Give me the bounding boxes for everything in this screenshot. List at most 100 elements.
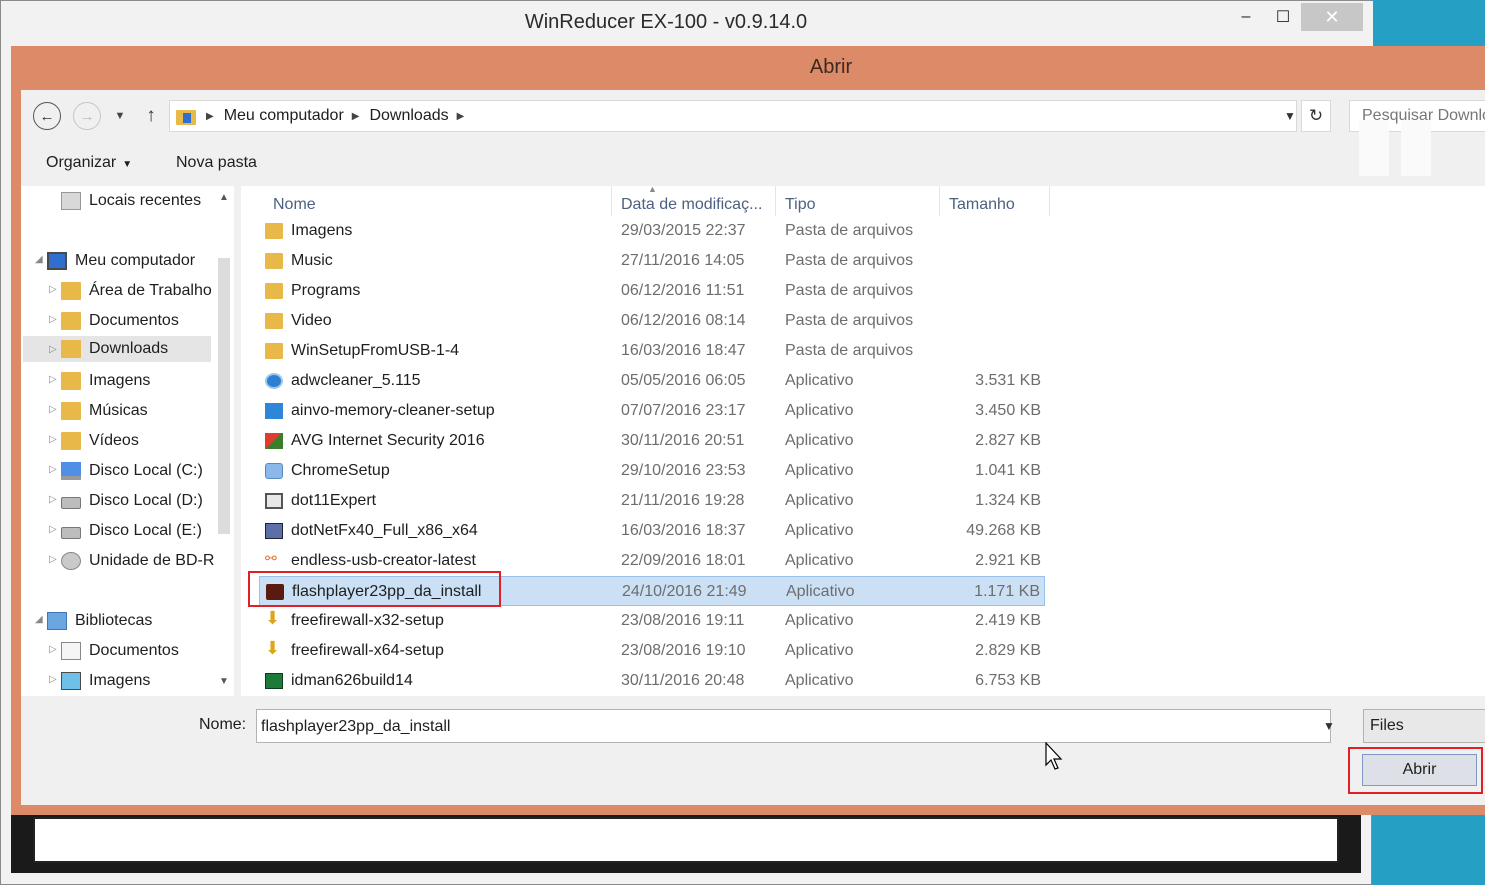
- nav-pane-scroll-thumb[interactable]: [218, 258, 230, 534]
- scroll-down-icon[interactable]: ▼: [219, 676, 229, 687]
- new-folder-button[interactable]: Nova pasta: [176, 154, 257, 172]
- dotnet-installer-icon: [265, 523, 283, 539]
- file-row[interactable]: AVG Internet Security 2016 30/11/2016 20:…: [259, 426, 1045, 456]
- desktop-folder-icon: [61, 282, 81, 300]
- address-dropdown-button[interactable]: ▼: [1279, 100, 1301, 132]
- file-size: 2.829 KB: [975, 642, 1041, 659]
- expand-arrow-icon[interactable]: ▷: [49, 494, 57, 505]
- file-date: 23/08/2016 19:11: [621, 612, 745, 629]
- file-list[interactable]: ▲ Nome Data de modificaç... Tipo Tamanho…: [241, 184, 1485, 696]
- file-name: Imagens: [291, 222, 353, 239]
- recent-locations-button[interactable]: ▼: [109, 104, 131, 128]
- file-row[interactable]: Imagens 29/03/2015 22:37 Pasta de arquivos: [259, 216, 1045, 246]
- expand-arrow-icon[interactable]: ▷: [49, 314, 57, 325]
- expand-arrow-icon[interactable]: ▷: [49, 404, 57, 415]
- expand-arrow-icon[interactable]: ▷: [49, 284, 57, 295]
- nav-item-locais-recentes[interactable]: Locais recentes: [61, 188, 211, 214]
- nav-item-lib-imagens[interactable]: Imagens: [61, 668, 217, 694]
- breadcrumb-separator-icon[interactable]: ▶: [457, 111, 465, 122]
- file-name: Video: [291, 312, 332, 329]
- breadcrumb-downloads[interactable]: Downloads: [369, 107, 448, 125]
- file-row[interactable]: dotNetFx40_Full_x86_x64 16/03/2016 18:37 A…: [259, 516, 1045, 546]
- file-row[interactable]: idman626build14 30/11/2016 20:48 Aplicativ…: [259, 666, 1045, 696]
- file-row[interactable]: adwcleaner_5.115 05/05/2016 06:05 Aplicati…: [259, 366, 1045, 396]
- pictures-folder-icon: [61, 372, 81, 390]
- file-date: 30/11/2016 20:48: [621, 672, 745, 689]
- refresh-button[interactable]: ↻: [1301, 100, 1331, 132]
- collapse-arrow-icon[interactable]: ◢: [35, 254, 43, 265]
- view-options-area: [1359, 120, 1389, 176]
- filename-input[interactable]: flashplayer23pp_da_install: [256, 709, 1331, 743]
- app-titlebar[interactable]: WinReducer EX-100 - v0.9.14.0 – ☐ ✕: [1, 1, 1373, 47]
- nav-item-documentos[interactable]: Documentos: [61, 308, 217, 334]
- file-date: 21/11/2016 19:28: [621, 492, 745, 509]
- file-row[interactable]: ⬇ freefirewall-x64-setup 23/08/2016 19:10 A…: [259, 636, 1045, 666]
- file-size: 3.531 KB: [975, 372, 1041, 389]
- memory-cleaner-icon: [265, 403, 283, 419]
- expand-arrow-icon[interactable]: ▷: [49, 644, 57, 655]
- expand-arrow-icon[interactable]: ▷: [49, 464, 57, 475]
- file-type: Aplicativo: [785, 552, 854, 569]
- chevron-down-icon[interactable]: ▼: [1323, 719, 1335, 733]
- downloads-folder-icon: [61, 340, 81, 358]
- up-button[interactable]: ↑: [139, 102, 163, 130]
- file-name: AVG Internet Security 2016: [291, 432, 485, 449]
- breadcrumb-separator-icon[interactable]: ▶: [352, 111, 360, 122]
- file-row[interactable]: ⬇ freefirewall-x32-setup 23/08/2016 19:11 A…: [259, 606, 1045, 636]
- column-header-date[interactable]: Data de modificaç...: [611, 186, 775, 216]
- nav-item-disco-e[interactable]: Disco Local (E:): [61, 518, 217, 544]
- file-row[interactable]: Video 06/12/2016 08:14 Pasta de arquivos: [259, 306, 1045, 336]
- nav-item-unidade-bd-r[interactable]: Unidade de BD-R: [61, 548, 217, 574]
- expand-arrow-icon[interactable]: ▷: [49, 674, 57, 685]
- breadcrumb-meu-computador[interactable]: Meu computador: [224, 107, 344, 125]
- column-header-type[interactable]: Tipo: [775, 186, 939, 216]
- file-row[interactable]: ChromeSetup 29/10/2016 23:53 Aplicativo 1.0…: [259, 456, 1045, 486]
- nav-item-label: Área de Trabalho: [89, 282, 212, 299]
- file-row[interactable]: Programs 06/12/2016 11:51 Pasta de arquivo…: [259, 276, 1045, 306]
- close-button[interactable]: ✕: [1301, 3, 1363, 31]
- file-row[interactable]: dot11Expert 21/11/2016 19:28 Aplicativo 1.3…: [259, 486, 1045, 516]
- column-header-name[interactable]: Nome: [263, 186, 611, 216]
- app-content-frame: [11, 813, 1361, 873]
- expand-arrow-icon[interactable]: ▷: [49, 374, 57, 385]
- file-date: 29/03/2015 22:37: [621, 222, 746, 239]
- forward-button[interactable]: →: [73, 102, 101, 130]
- expand-arrow-icon[interactable]: ▷: [49, 344, 57, 355]
- column-divider[interactable]: [1049, 186, 1050, 216]
- file-row[interactable]: WinSetupFromUSB-1-4 16/03/2016 18:47 Pasta…: [259, 336, 1045, 366]
- nav-item-bibliotecas[interactable]: Bibliotecas: [47, 608, 217, 634]
- nav-item-area-de-trabalho[interactable]: Área de Trabalho: [61, 278, 217, 304]
- nav-item-label: Imagens: [89, 672, 151, 689]
- file-name: Programs: [291, 282, 361, 299]
- nav-item-meu-computador[interactable]: Meu computador: [47, 248, 217, 274]
- file-row[interactable]: Music 27/11/2016 14:05 Pasta de arquivos: [259, 246, 1045, 276]
- nav-item-lib-documentos[interactable]: Documentos: [61, 638, 217, 664]
- nav-item-disco-c[interactable]: Disco Local (C:): [61, 458, 217, 484]
- scroll-up-icon[interactable]: ▲: [219, 192, 229, 203]
- file-name: ainvo-memory-cleaner-setup: [291, 402, 495, 419]
- file-row[interactable]: ainvo-memory-cleaner-setup 07/07/2016 23:…: [259, 396, 1045, 426]
- organize-button[interactable]: Organizar ▼: [46, 154, 132, 172]
- expand-arrow-icon[interactable]: ▷: [49, 524, 57, 535]
- breadcrumb-separator-icon[interactable]: ▶: [206, 111, 214, 122]
- nav-item-disco-d[interactable]: Disco Local (D:): [61, 488, 217, 514]
- navigation-pane[interactable]: Locais recentes ◢ Meu computador ▷ Área …: [21, 186, 234, 696]
- file-type: Aplicativo: [785, 642, 854, 659]
- minimize-button[interactable]: –: [1229, 3, 1263, 31]
- back-button[interactable]: ←: [33, 102, 61, 130]
- expand-arrow-icon[interactable]: ▷: [49, 434, 57, 445]
- collapse-arrow-icon[interactable]: ◢: [35, 614, 43, 625]
- nav-item-imagens[interactable]: Imagens: [61, 368, 217, 394]
- nav-item-musicas[interactable]: Músicas: [61, 398, 217, 424]
- nav-item-label: Meu computador: [75, 252, 196, 269]
- downloads-folder-icon: [176, 107, 198, 125]
- maximize-button[interactable]: ☐: [1266, 3, 1300, 31]
- expand-arrow-icon[interactable]: ▷: [49, 554, 57, 565]
- column-header-size[interactable]: Tamanho: [939, 186, 1049, 216]
- documents-folder-icon: [61, 312, 81, 330]
- nav-item-videos[interactable]: Vídeos: [61, 428, 217, 454]
- file-name: adwcleaner_5.115: [291, 372, 421, 389]
- computer-icon: [47, 252, 67, 270]
- address-bar[interactable]: ▶ Meu computador ▶ Downloads ▶: [169, 100, 1297, 132]
- filetype-select[interactable]: Files: [1363, 709, 1485, 743]
